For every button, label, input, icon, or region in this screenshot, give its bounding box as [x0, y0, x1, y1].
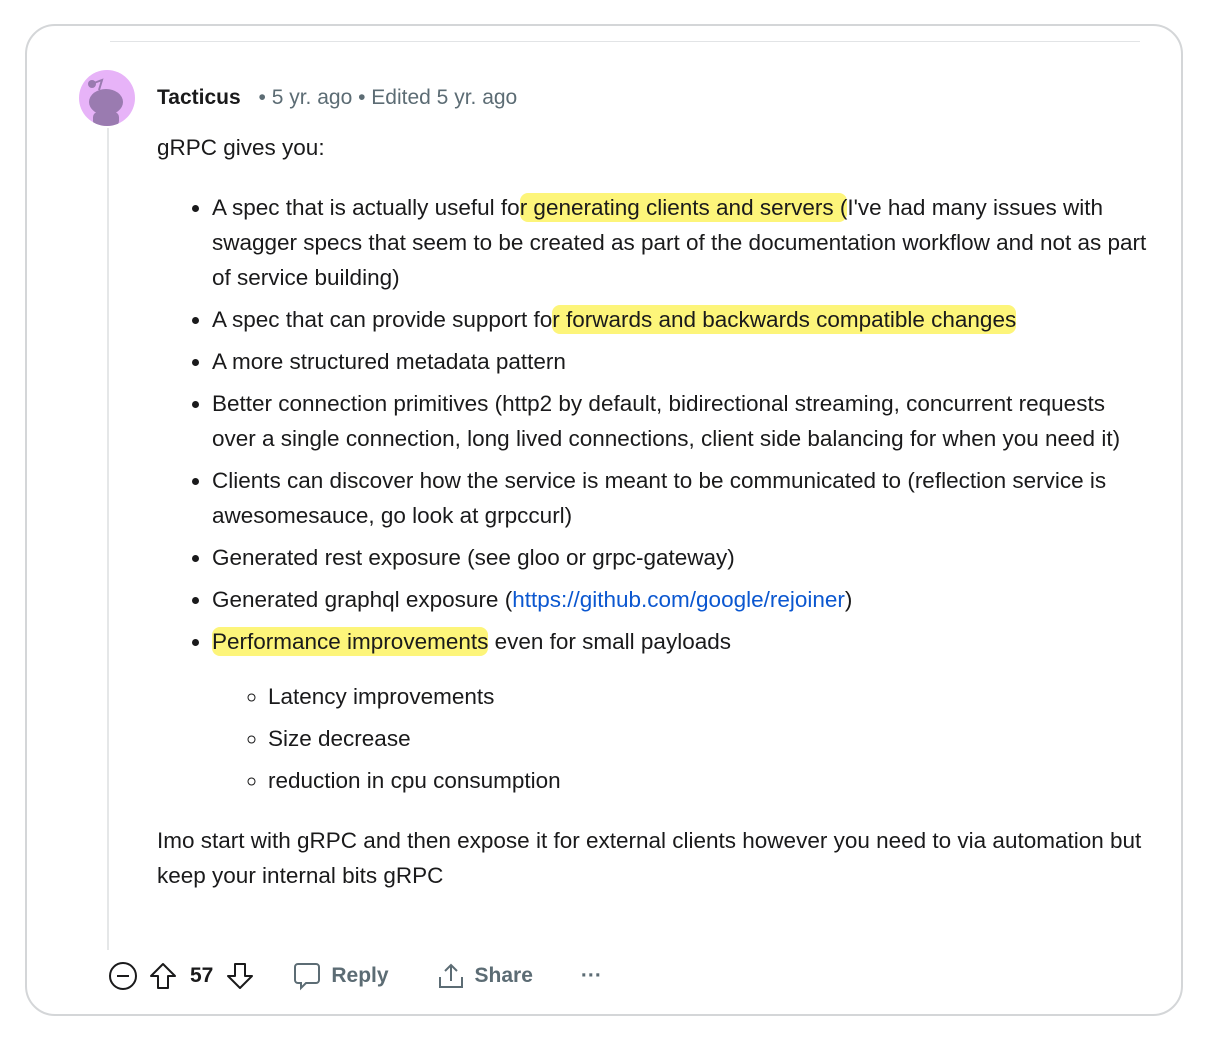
comment-bubble-icon	[294, 963, 321, 991]
rejoiner-link[interactable]: https://github.com/google/rejoiner	[512, 587, 845, 612]
share-label: Share	[474, 964, 533, 987]
comment-meta: Tacticus • 5 yr. ago • Edited 5 yr. ago	[157, 86, 517, 110]
username[interactable]: Tacticus	[157, 86, 241, 109]
item-text: Better connection primitives (http2 by d…	[212, 391, 1121, 451]
thread-line[interactable]	[107, 128, 109, 950]
item-text: Generated graphql exposure (	[212, 587, 513, 612]
collapse-icon[interactable]	[108, 961, 138, 991]
list-item: A spec that is actually useful for gener…	[212, 190, 1147, 295]
list-item: A spec that can provide support for forw…	[212, 302, 1147, 337]
item-text: A spec that is actually useful fo	[212, 195, 520, 220]
highlighted-text: Performance improvements	[212, 627, 489, 656]
highlighted-text: r forwards and backwards compatible chan…	[552, 305, 1017, 334]
share-button[interactable]: Share	[437, 961, 533, 991]
divider	[110, 41, 1140, 42]
downvote-icon[interactable]	[225, 961, 255, 991]
item-text: A spec that can provide support fo	[212, 307, 553, 332]
list-item: Performance improvements even for small …	[212, 624, 1147, 798]
reply-button[interactable]: Reply	[293, 961, 389, 991]
timestamp: 5 yr. ago	[271, 86, 353, 109]
share-icon	[438, 963, 463, 988]
vote-score: 57	[190, 964, 214, 987]
comment-actions: 57 Reply Share ···	[108, 958, 602, 994]
sub-list-item: reduction in cpu consumption	[268, 763, 1147, 798]
edited-timestamp: Edited 5 yr. ago	[371, 86, 518, 109]
comment-body: gRPC gives you: A spec that is actually …	[157, 130, 1147, 893]
item-text: )	[844, 587, 853, 612]
intro-text: gRPC gives you:	[157, 135, 325, 160]
highlighted-text: r generating clients and servers (	[519, 193, 848, 222]
feature-list: A spec that is actually useful for gener…	[157, 190, 1147, 798]
upvote-icon[interactable]	[148, 961, 178, 991]
snoo-avatar-icon	[88, 78, 123, 126]
item-text: Generated rest exposure (see gloo or grp…	[212, 545, 735, 570]
list-item: Clients can discover how the service is …	[212, 463, 1147, 533]
list-item: Generated rest exposure (see gloo or grp…	[212, 540, 1147, 575]
more-options-button[interactable]: ···	[581, 964, 602, 988]
sub-list-item: Size decrease	[268, 721, 1147, 756]
list-item: Generated graphql exposure (https://gith…	[212, 582, 1147, 617]
avatar[interactable]	[79, 70, 135, 126]
closing-text: Imo start with gRPC and then expose it f…	[157, 828, 1142, 888]
reply-label: Reply	[331, 964, 389, 987]
item-text: even for small payloads	[488, 629, 731, 654]
list-item: Better connection primitives (http2 by d…	[212, 386, 1147, 456]
sub-list: Latency improvements Size decrease reducti…	[212, 679, 1147, 798]
separator: •	[258, 86, 266, 109]
separator: •	[358, 86, 372, 109]
item-text: Clients can discover how the service is …	[212, 468, 1107, 528]
list-item: A more structured metadata pattern	[212, 344, 1147, 379]
item-text: A more structured metadata pattern	[212, 349, 566, 374]
sub-list-item: Latency improvements	[268, 679, 1147, 714]
